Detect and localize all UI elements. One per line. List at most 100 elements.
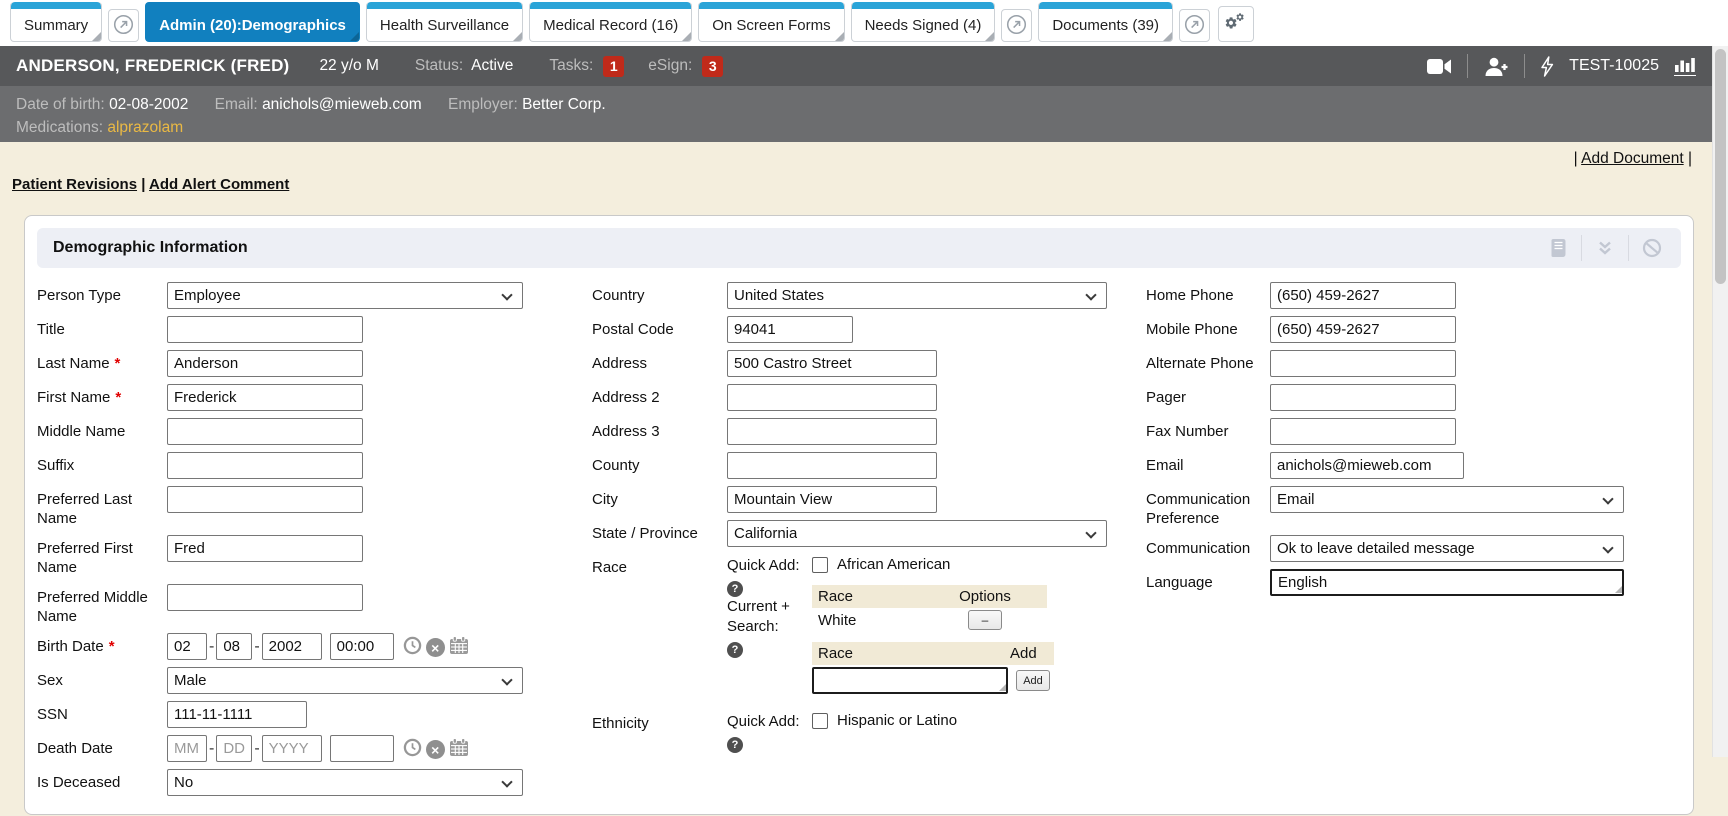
form-column-1: Person TypeEmployeeTitleLast Name*First … (37, 282, 523, 803)
birth-date-time-input[interactable] (330, 633, 394, 660)
country-select[interactable]: United States (727, 282, 1107, 309)
help-icon[interactable]: ? (727, 581, 743, 597)
date-separator: - (254, 740, 259, 758)
birth-date-yyyy-input[interactable] (262, 633, 322, 660)
resize-grip[interactable] (999, 684, 1006, 691)
employer-value: Better Corp. (522, 96, 606, 113)
birth-date-mm-input[interactable] (167, 633, 207, 660)
race-search-input[interactable] (812, 667, 1008, 694)
chart-settings-button[interactable] (1218, 6, 1254, 42)
suffix-input[interactable] (167, 452, 363, 479)
panel-header: Demographic Information (37, 228, 1681, 268)
popout-button-needs-signed-4[interactable] (1001, 9, 1032, 42)
resize-grip[interactable] (1615, 586, 1622, 593)
country-label: Country (592, 282, 727, 305)
middle-name-input[interactable] (167, 418, 363, 445)
preferred-middle-name-input[interactable] (167, 584, 363, 611)
tab-bar: Summary Admin (20):DemographicsHealth Sur… (0, 0, 1728, 46)
patient-header-bar: ANDERSON, FREDERICK (FRED) 22 y/o M Stat… (0, 46, 1712, 86)
scrollbar-thumb[interactable] (1715, 49, 1726, 284)
field-row-home-phone: Home Phone (1146, 282, 1624, 309)
death-date-yyyy-input[interactable] (262, 735, 322, 762)
help-icon[interactable]: ? (727, 737, 743, 753)
sex-select[interactable]: Male (167, 667, 523, 694)
preferred-last-name-input[interactable] (167, 486, 363, 513)
ssn-input[interactable] (167, 701, 307, 728)
postal-code-input[interactable] (727, 316, 853, 343)
vertical-scrollbar[interactable] (1712, 46, 1728, 757)
communication-preference-label: Communication Preference (1146, 486, 1270, 528)
clear-date-icon[interactable]: × (426, 638, 445, 657)
field-row-person-type: Person TypeEmployee (37, 282, 523, 309)
birth-date-dd-input[interactable] (216, 633, 252, 660)
alternate-phone-input[interactable] (1270, 350, 1456, 377)
tab-admin-20-demographics[interactable]: Admin (20):Demographics (145, 2, 360, 42)
tab-needs-signed-4[interactable]: Needs Signed (4) (851, 2, 996, 42)
popout-button-documents-39[interactable] (1179, 9, 1210, 42)
field-row-country: CountryUnited States (592, 282, 1107, 309)
tab-health-surveillance[interactable]: Health Surveillance (366, 2, 523, 42)
field-row-preferred-first-name: Preferred First Name (37, 535, 523, 577)
county-input[interactable] (727, 452, 937, 479)
options-col-header: Options (929, 588, 1041, 605)
field-row-birth-date: Birth Date*--× (37, 633, 523, 660)
tab-summary[interactable]: Summary (10, 2, 102, 42)
tab-documents-39[interactable]: Documents (39) (1038, 2, 1173, 42)
journal-icon[interactable] (1535, 234, 1581, 262)
clock-icon[interactable] (403, 636, 422, 660)
calendar-icon[interactable] (449, 636, 469, 660)
patient-revisions-link[interactable]: Patient Revisions (12, 176, 137, 193)
chart-number[interactable]: TEST-10025 (1569, 57, 1659, 75)
quick-action-bolt-icon[interactable] (1540, 56, 1554, 77)
mobile-phone-input[interactable] (1270, 316, 1456, 343)
clock-icon[interactable] (403, 738, 422, 762)
add-document-link[interactable]: Add Document (1581, 150, 1684, 167)
add-alert-comment-link[interactable]: Add Alert Comment (149, 176, 289, 193)
death-date-mm-input[interactable] (167, 735, 207, 762)
tab-on-screen-forms[interactable]: On Screen Forms (698, 2, 844, 42)
african-american-checkbox[interactable] (812, 557, 828, 573)
field-row-preferred-last-name: Preferred Last Name (37, 486, 523, 528)
state-province-select[interactable]: California (727, 520, 1107, 547)
communication-preference-select[interactable]: Email (1270, 486, 1624, 513)
birth-date-label: Birth Date* (37, 633, 167, 656)
is-deceased-select[interactable]: No (167, 769, 523, 796)
tasks-count-badge[interactable]: 1 (603, 56, 624, 77)
death-date-time-input[interactable] (330, 735, 394, 762)
esign-count-badge[interactable]: 3 (702, 56, 723, 77)
help-icon[interactable]: ? (727, 642, 743, 658)
fax-number-input[interactable] (1270, 418, 1456, 445)
person-type-select[interactable]: Employee (167, 282, 523, 309)
collapse-double-chevron-icon[interactable] (1582, 234, 1628, 262)
death-date-dd-input[interactable] (216, 735, 252, 762)
tab-label: Medical Record (16) (543, 17, 678, 34)
home-phone-input[interactable] (1270, 282, 1456, 309)
address-3-input[interactable] (727, 418, 937, 445)
first-name-input[interactable] (167, 384, 363, 411)
medications-value[interactable]: alprazolam (107, 119, 183, 136)
city-input[interactable] (727, 486, 937, 513)
last-name-input[interactable] (167, 350, 363, 377)
add-person-icon[interactable] (1483, 57, 1509, 76)
calendar-icon[interactable] (449, 738, 469, 762)
chevron-down-icon (501, 289, 512, 300)
disable-circle-slash-icon[interactable] (1629, 234, 1675, 262)
chart-stats-icon[interactable] (1674, 56, 1696, 76)
video-call-icon[interactable] (1427, 58, 1452, 75)
popout-button-summary[interactable] (108, 9, 139, 42)
tab-medical-record-16[interactable]: Medical Record (16) (529, 2, 692, 42)
remove-race-button[interactable]: – (968, 610, 1002, 630)
title-input[interactable] (167, 316, 363, 343)
add-race-button[interactable]: Add (1016, 670, 1050, 691)
clear-date-icon[interactable]: × (426, 740, 445, 759)
field-row-suffix: Suffix (37, 452, 523, 479)
language-input[interactable] (1270, 569, 1624, 596)
email-input[interactable] (1270, 452, 1464, 479)
address-input[interactable] (727, 350, 937, 377)
preferred-first-name-input[interactable] (167, 535, 363, 562)
hispanic-or-latino-checkbox[interactable] (812, 713, 828, 729)
address-2-input[interactable] (727, 384, 937, 411)
pager-input[interactable] (1270, 384, 1456, 411)
race-row-white: White– (812, 608, 1047, 632)
communication-select[interactable]: Ok to leave detailed message (1270, 535, 1624, 562)
